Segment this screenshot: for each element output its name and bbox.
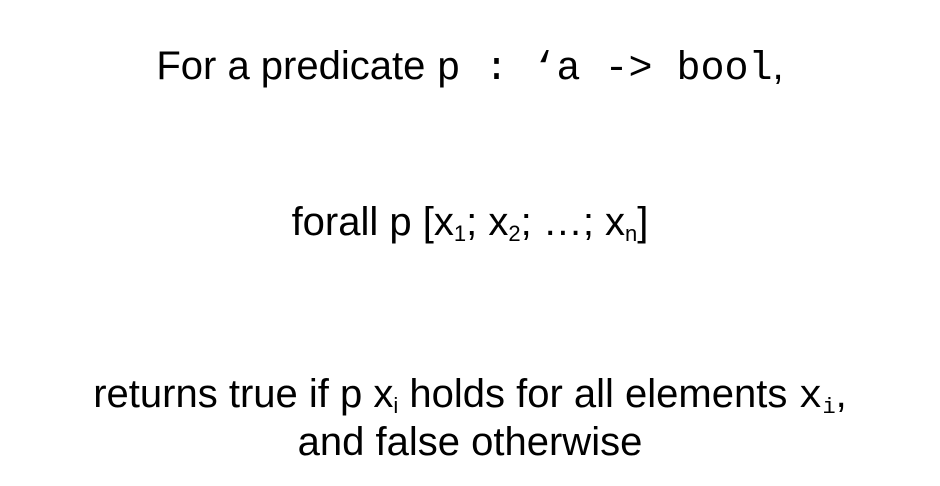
subscript-n: n bbox=[625, 220, 638, 246]
subscript-i: i bbox=[393, 392, 399, 418]
subscript-1: 1 bbox=[453, 220, 467, 246]
predicate-prefix-text: For a predicate bbox=[156, 44, 437, 88]
code-subscript-i: i bbox=[822, 394, 836, 420]
returns-middle-text: holds for all elements bbox=[398, 372, 799, 416]
predicate-comma: , bbox=[772, 44, 784, 88]
predicate-definition-line: For a predicate p : ‘a -> bool, bbox=[0, 42, 940, 94]
forall-close-bracket: ] bbox=[637, 200, 649, 244]
otherwise-text: and false otherwise bbox=[297, 420, 643, 464]
otherwise-line: and false otherwise bbox=[0, 418, 940, 466]
returns-comma: , bbox=[835, 372, 847, 416]
forall-separator-1: ; x bbox=[466, 200, 509, 244]
forall-separator-2: ; …; x bbox=[520, 200, 626, 244]
returns-lead-text: returns true if p x bbox=[93, 372, 394, 416]
forall-lead-text: forall p [x bbox=[291, 200, 454, 244]
forall-expression-line: forall p [x1; x2; …; xn] bbox=[0, 198, 940, 252]
predicate-type-code: p : ‘a -> bool bbox=[436, 47, 773, 92]
code-x: x bbox=[798, 375, 823, 420]
subscript-2: 2 bbox=[508, 220, 521, 246]
